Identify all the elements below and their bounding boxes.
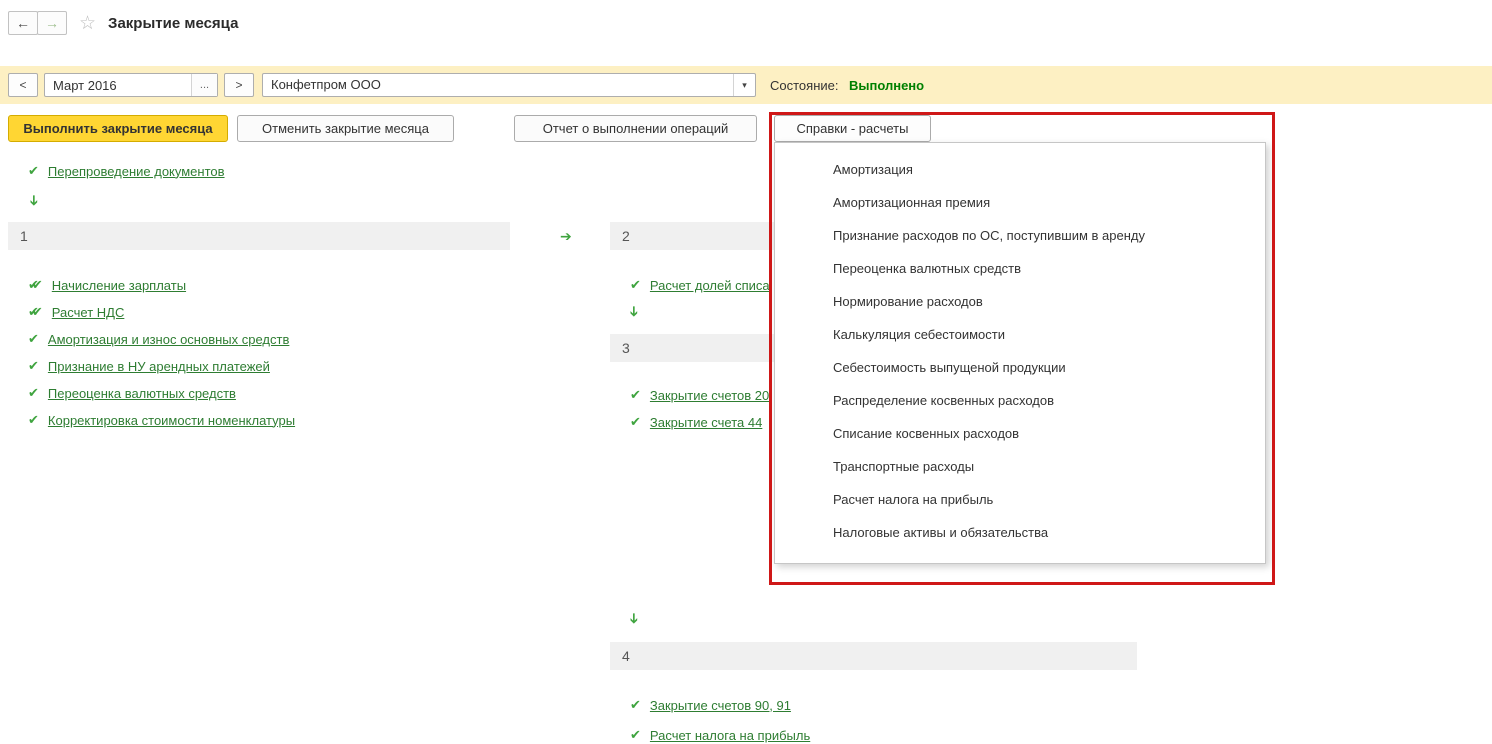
block1-item-link[interactable]: Признание в НУ арендных платежей xyxy=(48,359,270,374)
block3-item-link[interactable]: Закрытие счетов 20 xyxy=(650,388,769,403)
block1-row: ✔ Корректировка стоимости номенклатуры xyxy=(28,411,295,429)
block1-item-link[interactable]: Амортизация и износ основных средств xyxy=(48,332,289,347)
check-icon: ✔ xyxy=(630,727,641,743)
block3-row: ✔ Закрытие счетов 20 xyxy=(630,386,769,404)
double-check-icon: ✔✔ xyxy=(28,277,43,293)
menu-item[interactable]: Списание косвенных расходов xyxy=(775,417,1265,450)
forward-button[interactable]: → xyxy=(37,11,67,35)
period-input[interactable] xyxy=(45,74,191,96)
prev-period-button[interactable]: < xyxy=(8,73,38,97)
check-icon: ✔ xyxy=(28,412,39,428)
reposting-row: ✔ Перепроведение документов xyxy=(28,162,225,180)
operations-report-button[interactable]: Отчет о выполнении операций xyxy=(514,115,757,142)
forward-arrow-icon: → xyxy=(45,15,59,31)
menu-item[interactable]: Нормирование расходов xyxy=(775,285,1265,318)
block4-item-link[interactable]: Закрытие счетов 90, 91 xyxy=(650,698,791,713)
block1-item-link[interactable]: Начисление зарплаты xyxy=(52,278,186,293)
chevron-down-icon[interactable]: ▾ xyxy=(733,74,755,96)
menu-item[interactable]: Признание расходов по ОС, поступившим в … xyxy=(775,219,1265,252)
period-picker-button[interactable]: ... xyxy=(191,74,217,96)
status-value: Выполнено xyxy=(849,78,924,93)
period-field-group: ... xyxy=(44,73,218,97)
block1-row: ✔ Признание в НУ арендных платежей xyxy=(28,357,270,375)
block4-item-link[interactable]: Расчет налога на прибыль xyxy=(650,728,810,743)
menu-item[interactable]: Налоговые активы и обязательства xyxy=(775,516,1265,549)
company-value: Конфетпром ООО xyxy=(263,74,733,96)
menu-item[interactable]: Распределение косвенных расходов xyxy=(775,384,1265,417)
period-bar: < ... > Конфетпром ООО ▾ Состояние: Выпо… xyxy=(0,66,1492,104)
block1-row: ✔ Переоценка валютных средств xyxy=(28,384,236,402)
check-icon: ✔ xyxy=(630,277,641,293)
block1-number: 1 xyxy=(20,228,28,244)
reports-calculations-menu: Амортизация Амортизационная премия Призн… xyxy=(774,142,1266,564)
right-arrow-icon: ➔ xyxy=(560,228,572,245)
page-title: Закрытие месяца xyxy=(108,15,238,32)
block4-row: ✔ Расчет налога на прибыль xyxy=(630,726,810,744)
block2-item-link[interactable]: Расчет долей списа xyxy=(650,278,770,293)
block1-row: ✔✔ Начисление зарплаты xyxy=(28,276,186,294)
down-arrow-icon: ➔ xyxy=(25,195,42,207)
block4-header: 4 xyxy=(610,642,1137,670)
reposting-link[interactable]: Перепроведение документов xyxy=(48,164,225,179)
check-icon: ✔ xyxy=(28,385,39,401)
menu-item[interactable]: Транспортные расходы xyxy=(775,450,1265,483)
titlebar: ← → ☆ Закрытие месяца xyxy=(8,10,238,36)
back-button[interactable]: ← xyxy=(8,11,38,35)
menu-item[interactable]: Переоценка валютных средств xyxy=(775,252,1265,285)
check-icon: ✔ xyxy=(28,358,39,374)
menu-item[interactable]: Себестоимость выпущеной продукции xyxy=(775,351,1265,384)
down-arrow-icon: ➔ xyxy=(625,613,642,625)
block1-row: ✔✔ Расчет НДС xyxy=(28,303,124,321)
menu-item[interactable]: Расчет налога на прибыль xyxy=(775,483,1265,516)
block3-number: 3 xyxy=(622,340,630,356)
block4-row: ✔ Закрытие счетов 90, 91 xyxy=(630,696,791,714)
run-month-closing-button[interactable]: Выполнить закрытие месяца xyxy=(8,115,228,142)
block1-item-link[interactable]: Расчет НДС xyxy=(52,305,125,320)
status-label: Состояние: xyxy=(770,78,838,93)
company-select[interactable]: Конфетпром ООО ▾ xyxy=(262,73,756,97)
check-icon: ✔ xyxy=(630,414,641,430)
block1-row: ✔ Амортизация и износ основных средств xyxy=(28,330,289,348)
check-icon: ✔ xyxy=(630,697,641,713)
back-arrow-icon: ← xyxy=(16,15,30,31)
menu-item[interactable]: Калькуляция себестоимости xyxy=(775,318,1265,351)
check-icon: ✔ xyxy=(28,163,39,179)
block2-number: 2 xyxy=(622,228,630,244)
next-period-button[interactable]: > xyxy=(224,73,254,97)
check-icon: ✔ xyxy=(630,387,641,403)
block1-header: 1 xyxy=(8,222,510,250)
reports-calculations-button[interactable]: Справки - расчеты xyxy=(774,115,931,142)
block1-item-link[interactable]: Корректировка стоимости номенклатуры xyxy=(48,413,295,428)
block1-item-link[interactable]: Переоценка валютных средств xyxy=(48,386,236,401)
favorite-star-icon[interactable]: ☆ xyxy=(79,12,96,35)
menu-item[interactable]: Амортизационная премия xyxy=(775,186,1265,219)
double-check-icon: ✔✔ xyxy=(28,304,43,320)
menu-item[interactable]: Амортизация xyxy=(775,153,1265,186)
block4-number: 4 xyxy=(622,648,630,664)
block3-row: ✔ Закрытие счета 44 xyxy=(630,413,762,431)
check-icon: ✔ xyxy=(28,331,39,347)
block2-row: ✔ Расчет долей списа xyxy=(630,276,770,294)
down-arrow-icon: ➔ xyxy=(625,306,642,318)
cancel-month-closing-button[interactable]: Отменить закрытие месяца xyxy=(237,115,454,142)
block3-item-link[interactable]: Закрытие счета 44 xyxy=(650,415,762,430)
